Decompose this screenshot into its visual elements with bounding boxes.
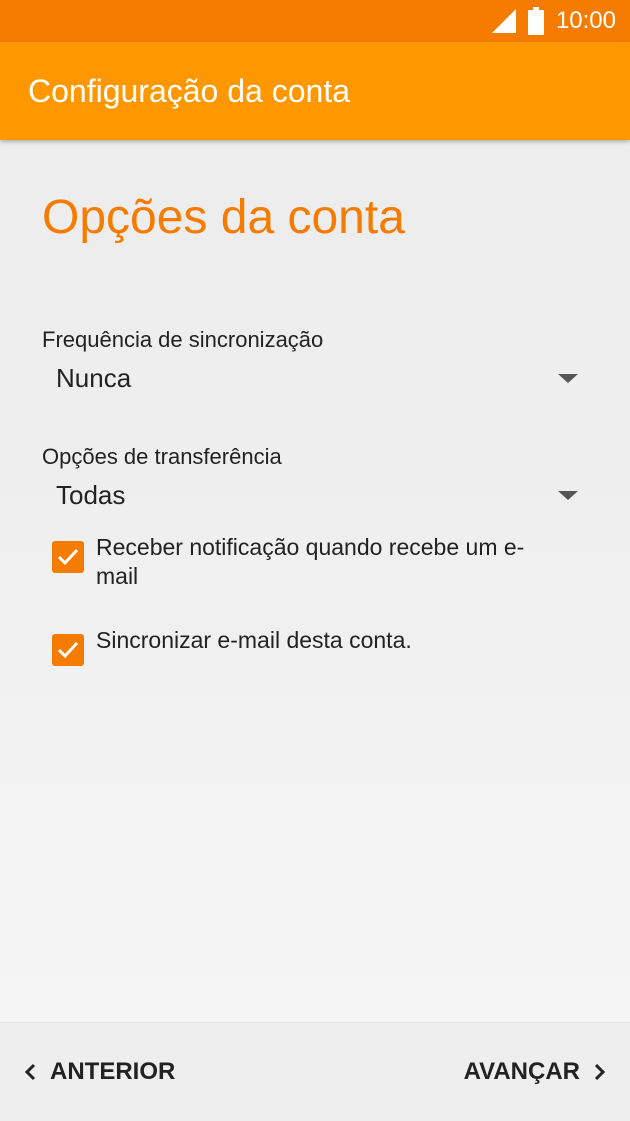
app-title: Configuração da conta bbox=[28, 73, 350, 109]
dropdown-arrow-icon bbox=[558, 491, 578, 500]
notification-checkbox-label: Receber notificação quando recebe um e-m… bbox=[96, 534, 525, 589]
bottom-navigation: ANTERIOR AVANÇAR bbox=[0, 1022, 630, 1121]
sync-frequency-label: Frequência de sincronização bbox=[42, 327, 324, 352]
battery-icon bbox=[527, 7, 544, 35]
transfer-options-value: Todas bbox=[56, 480, 126, 510]
sync-email-checkbox[interactable] bbox=[52, 634, 84, 666]
notification-checkbox[interactable] bbox=[52, 541, 84, 573]
transfer-options-dropdown[interactable]: Todas bbox=[42, 473, 588, 517]
chevron-right-icon bbox=[594, 1063, 606, 1081]
next-button-label: AVANÇAR bbox=[463, 1058, 580, 1085]
sync-frequency-value: Nunca bbox=[56, 363, 132, 393]
sync-email-checkbox-label: Sincronizar e-mail desta conta. bbox=[96, 627, 412, 653]
notification-checkbox-row[interactable]: Receber notificação quando recebe um e-m… bbox=[52, 533, 562, 591]
checkmark-icon bbox=[57, 641, 79, 659]
status-bar: 10:00 bbox=[0, 0, 630, 42]
next-button[interactable]: AVANÇAR bbox=[464, 1023, 610, 1121]
status-icons: 10:00 bbox=[490, 0, 616, 42]
page-heading: Opções da conta bbox=[42, 191, 405, 244]
transfer-options-label: Opções de transferência bbox=[42, 444, 282, 469]
previous-button-label: ANTERIOR bbox=[50, 1058, 176, 1085]
sync-email-checkbox-row[interactable]: Sincronizar e-mail desta conta. bbox=[52, 626, 562, 666]
sync-frequency-dropdown[interactable]: Nunca bbox=[42, 356, 588, 400]
app-bar: Configuração da conta bbox=[0, 42, 630, 140]
checkmark-icon bbox=[57, 548, 79, 566]
signal-icon bbox=[491, 9, 516, 33]
dropdown-arrow-icon bbox=[558, 374, 578, 383]
status-time: 10:00 bbox=[555, 7, 616, 34]
previous-button[interactable]: ANTERIOR bbox=[20, 1023, 175, 1121]
chevron-left-icon bbox=[24, 1063, 36, 1081]
